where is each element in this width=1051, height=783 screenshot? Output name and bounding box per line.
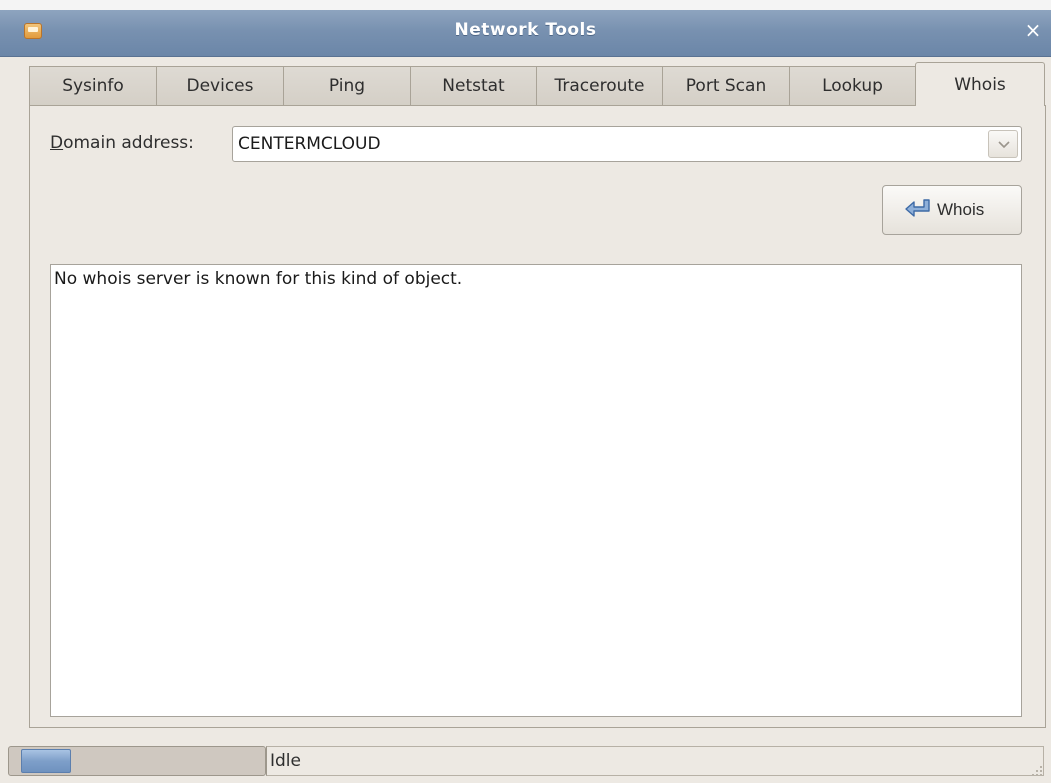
- progress-bar: [8, 746, 266, 776]
- tab-whois[interactable]: Whois: [915, 62, 1045, 106]
- tab-bar: Sysinfo Devices Ping Netstat Traceroute …: [29, 62, 1045, 106]
- enter-arrow-icon: [905, 199, 930, 217]
- whois-button-label: Whois: [937, 200, 985, 219]
- resize-grip-icon[interactable]: [1029, 763, 1043, 777]
- status-bar: Idle: [0, 738, 1051, 783]
- status-text: Idle: [266, 746, 1044, 776]
- tab-netstat[interactable]: Netstat: [410, 66, 537, 106]
- tab-sysinfo[interactable]: Sysinfo: [29, 66, 157, 106]
- tab-ping[interactable]: Ping: [283, 66, 411, 106]
- desktop-background-strip: [0, 0, 1051, 10]
- domain-label-text: omain address:: [63, 133, 194, 153]
- whois-output-textview[interactable]: No whois server is known for this kind o…: [50, 264, 1022, 717]
- tab-lookup[interactable]: Lookup: [789, 66, 916, 106]
- combo-dropdown-button[interactable]: [988, 130, 1018, 158]
- domain-label-mnemonic: D: [50, 133, 64, 153]
- domain-address-label: Domain address:: [50, 133, 194, 153]
- network-tools-window: Network Tools × Sysinfo Devices Ping Net…: [0, 0, 1051, 783]
- whois-button[interactable]: Whois: [882, 185, 1022, 235]
- chevron-down-icon: [998, 141, 1010, 149]
- title-bar[interactable]: Network Tools ×: [0, 10, 1051, 57]
- tab-traceroute[interactable]: Traceroute: [536, 66, 663, 106]
- domain-address-input[interactable]: [233, 127, 983, 161]
- tab-port-scan[interactable]: Port Scan: [662, 66, 790, 106]
- tab-devices[interactable]: Devices: [156, 66, 284, 106]
- window-title: Network Tools: [454, 20, 597, 40]
- close-icon[interactable]: ×: [1021, 18, 1045, 42]
- domain-address-combo: [232, 126, 1022, 162]
- progress-bar-pulse: [21, 749, 71, 773]
